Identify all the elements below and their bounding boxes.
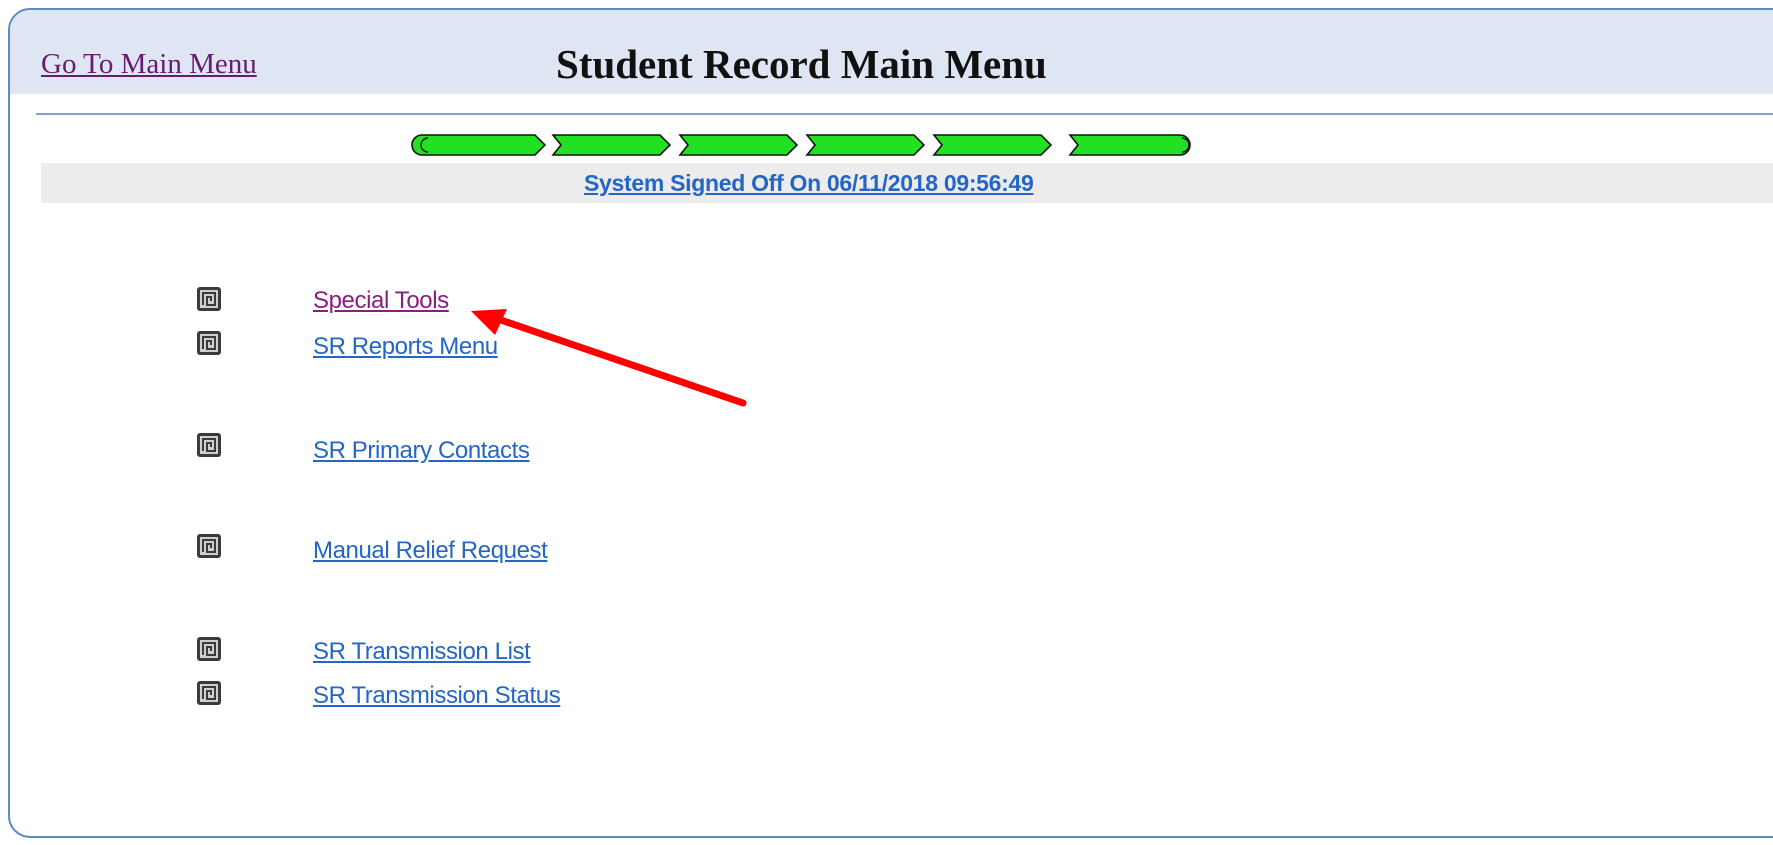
- progress-segment: [1068, 134, 1191, 156]
- progress-segment: [551, 134, 672, 156]
- progress-segment: [805, 134, 926, 156]
- page-title: Student Record Main Menu: [556, 41, 1047, 87]
- header-bar: Go To Main Menu Student Record Main Menu: [10, 10, 1773, 94]
- progress-segment: [932, 134, 1053, 156]
- progress-segment: [678, 134, 799, 156]
- header-divider: [36, 113, 1773, 115]
- progress-segment: [411, 134, 547, 156]
- square-spiral-icon[interactable]: [196, 533, 222, 559]
- page-frame: Go To Main Menu Student Record Main Menu…: [8, 8, 1773, 838]
- menu-item-sr-primary-contacts[interactable]: SR Primary Contacts: [313, 437, 530, 465]
- menu-item-special-tools[interactable]: Special Tools: [313, 287, 449, 315]
- go-to-main-menu-link[interactable]: Go To Main Menu: [41, 48, 257, 81]
- square-spiral-icon[interactable]: [196, 286, 222, 312]
- square-spiral-icon[interactable]: [196, 636, 222, 662]
- menu-item-manual-relief-request[interactable]: Manual Relief Request: [313, 537, 548, 565]
- square-spiral-icon[interactable]: [196, 330, 222, 356]
- menu-item-sr-transmission-list[interactable]: SR Transmission List: [313, 638, 531, 666]
- square-spiral-icon[interactable]: [196, 432, 222, 458]
- status-bar: System Signed Off On 06/11/2018 09:56:49: [41, 163, 1773, 203]
- progress-indicator: [411, 134, 1191, 156]
- signed-off-status-link[interactable]: System Signed Off On 06/11/2018 09:56:49: [584, 170, 1034, 197]
- square-spiral-icon[interactable]: [196, 680, 222, 706]
- menu-item-sr-transmission-status[interactable]: SR Transmission Status: [313, 682, 561, 710]
- red-arrow-icon: [471, 309, 747, 407]
